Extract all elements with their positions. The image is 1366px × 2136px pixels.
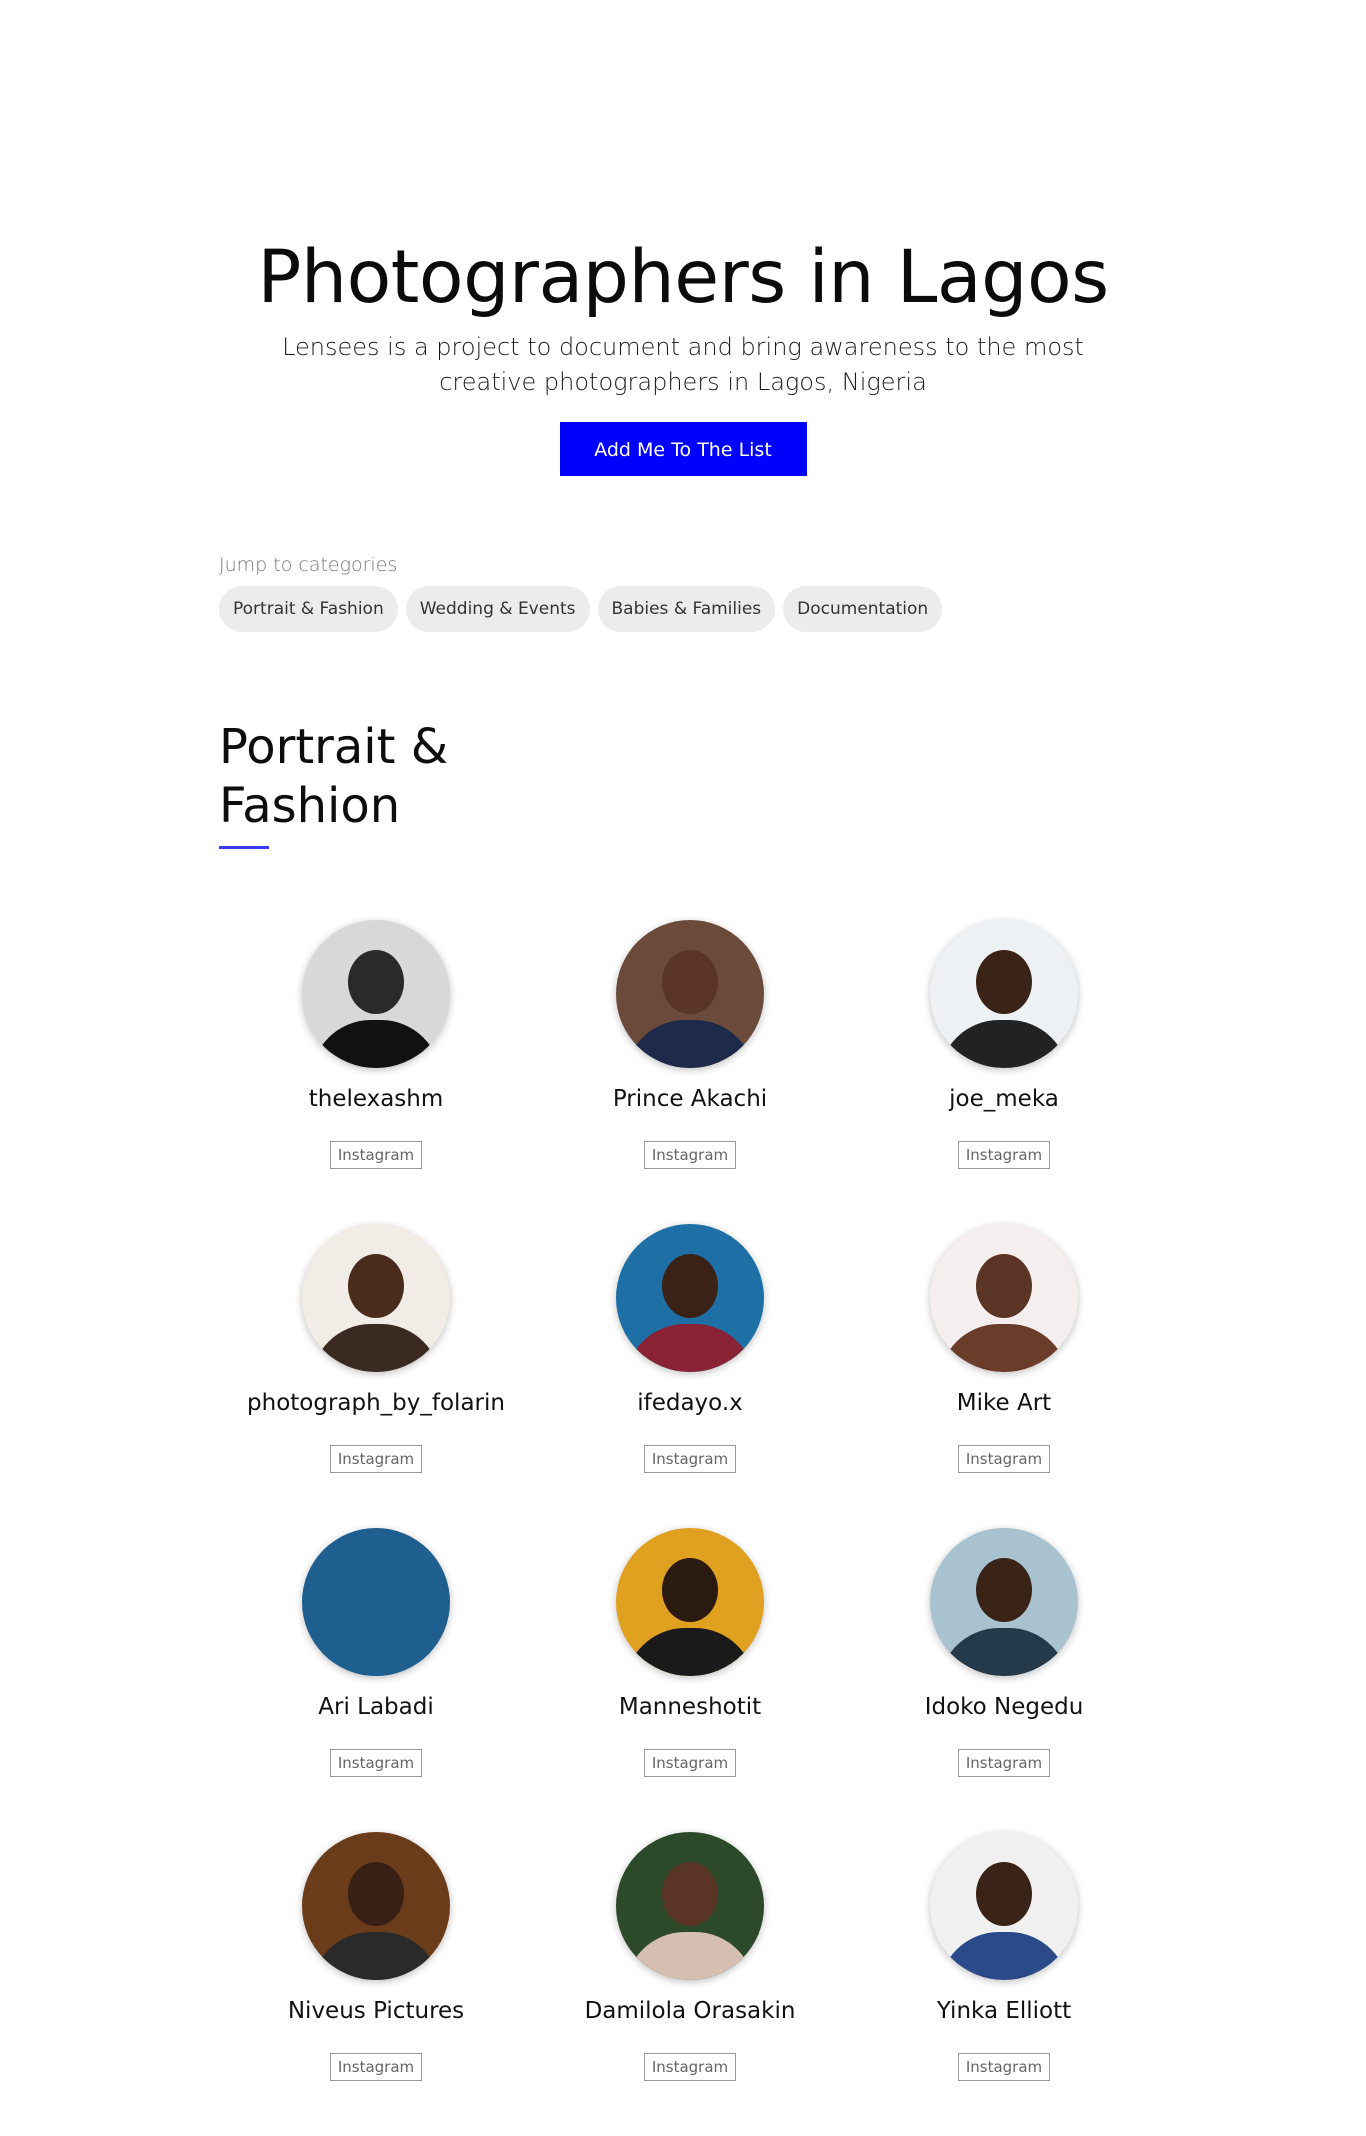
instagram-link[interactable]: Instagram [957, 1141, 1051, 1169]
page-tagline: Lensees is a project to document and bri… [282, 333, 1084, 396]
section-portrait-fashion: Portrait & Fashion [219, 718, 448, 849]
photographer-card: Damilola Orasakin Instagram [533, 1832, 847, 2136]
photographer-name: joe_meka [949, 1086, 1059, 1112]
chip-portrait-fashion[interactable]: Portrait & Fashion [219, 586, 398, 632]
category-jump-nav: Jump to categories Portrait & Fashion We… [219, 554, 943, 632]
avatar[interactable] [302, 1832, 450, 1980]
avatar[interactable] [930, 1528, 1078, 1676]
avatar[interactable] [302, 920, 450, 1068]
photographer-name: photograph_by_folarin [247, 1390, 505, 1416]
photographer-name: Niveus Pictures [287, 1998, 465, 2024]
instagram-link[interactable]: Instagram [957, 2053, 1051, 2081]
chip-wedding-events[interactable]: Wedding & Events [405, 586, 590, 632]
instagram-link[interactable]: Instagram [957, 1445, 1051, 1473]
avatar-figure-head [348, 1862, 404, 1926]
section-title-line2: Fashion [219, 778, 401, 834]
photographer-name: Yinka Elliott [936, 1998, 1072, 2024]
photographer-card: Yinka Elliott Instagram [847, 1832, 1161, 2136]
avatar-figure-body [939, 1324, 1069, 1372]
photographer-card: thelexashm Instagram [219, 920, 533, 1224]
photographer-name: Damilola Orasakin [584, 1998, 796, 2024]
photographer-card: photograph_by_folarin Instagram [219, 1224, 533, 1528]
avatar-figure-head [976, 1558, 1032, 1622]
instagram-link[interactable]: Instagram [957, 1749, 1051, 1777]
photographer-grid: thelexashm Instagram Prince Akachi Instagra… [219, 920, 1162, 2136]
avatar[interactable] [616, 1528, 764, 1676]
section-underline [219, 846, 269, 849]
photographer-card: joe_meka Instagram [847, 920, 1161, 1224]
avatar[interactable] [930, 920, 1078, 1068]
instagram-link[interactable]: Instagram [329, 1749, 423, 1777]
avatar[interactable] [302, 1528, 450, 1676]
avatar[interactable] [930, 1224, 1078, 1372]
photographer-card: Niveus Pictures Instagram [219, 1832, 533, 2136]
avatar[interactable] [616, 1832, 764, 1980]
avatar-figure-body [625, 1932, 755, 1980]
jump-label: Jump to categories [219, 554, 398, 576]
chip-documentation[interactable]: Documentation [783, 586, 943, 632]
avatar-figure-head [662, 1254, 718, 1318]
chip-babies-families[interactable]: Babies & Families [597, 586, 776, 632]
instagram-link[interactable]: Instagram [643, 1749, 737, 1777]
hero: Photographers in Lagos Lensees is a proj… [0, 232, 1366, 476]
avatar-figure-head [662, 1558, 718, 1622]
avatar-figure-body [311, 1324, 441, 1372]
avatar-figure-head [348, 950, 404, 1014]
photographer-name: Manneshotit [618, 1694, 762, 1720]
avatar-figure-head [976, 950, 1032, 1014]
instagram-link[interactable]: Instagram [329, 1445, 423, 1473]
avatar[interactable] [616, 920, 764, 1068]
instagram-link[interactable]: Instagram [643, 1445, 737, 1473]
avatar-figure-head [348, 1254, 404, 1318]
photographer-name: thelexashm [308, 1086, 444, 1112]
category-chips: Portrait & Fashion Wedding & Events Babi… [219, 586, 943, 632]
avatar-figure-head [348, 1558, 404, 1622]
instagram-link[interactable]: Instagram [329, 1141, 423, 1169]
avatar-figure-head [662, 1862, 718, 1926]
avatar-figure-head [976, 1862, 1032, 1926]
instagram-link[interactable]: Instagram [329, 2053, 423, 2081]
photographer-name: ifedayo.x [637, 1390, 743, 1416]
photographer-card: Manneshotit Instagram [533, 1528, 847, 1832]
section-title-line1: Portrait & [219, 719, 449, 775]
photographer-name: Prince Akachi [612, 1086, 768, 1112]
page-title: Photographers in Lagos [257, 235, 1109, 320]
avatar-figure-head [662, 950, 718, 1014]
avatar[interactable] [930, 1832, 1078, 1980]
section-title: Portrait & Fashion [219, 718, 448, 836]
photographer-card: Mike Art Instagram [847, 1224, 1161, 1528]
avatar[interactable] [616, 1224, 764, 1372]
add-me-button[interactable]: Add Me To The List [559, 422, 807, 476]
avatar-figure-body [311, 1020, 441, 1068]
avatar-figure-body [939, 1020, 1069, 1068]
photographer-name: Ari Labadi [318, 1694, 434, 1720]
instagram-link[interactable]: Instagram [643, 2053, 737, 2081]
avatar-figure-body [311, 1932, 441, 1980]
photographer-name: Mike Art [956, 1390, 1052, 1416]
avatar-figure-head [976, 1254, 1032, 1318]
avatar-figure-body [625, 1020, 755, 1068]
photographer-name: Idoko Negedu [924, 1694, 1084, 1720]
avatar-figure-body [939, 1932, 1069, 1980]
avatar-figure-body [939, 1628, 1069, 1676]
page: Photographers in Lagos Lensees is a proj… [0, 0, 1366, 2111]
photographer-card: Ari Labadi Instagram [219, 1528, 533, 1832]
photographer-card: ifedayo.x Instagram [533, 1224, 847, 1528]
instagram-link[interactable]: Instagram [643, 1141, 737, 1169]
photographer-card: Idoko Negedu Instagram [847, 1528, 1161, 1832]
avatar[interactable] [302, 1224, 450, 1372]
avatar-figure-body [625, 1628, 755, 1676]
avatar-figure-body [311, 1628, 441, 1676]
photographer-card: Prince Akachi Instagram [533, 920, 847, 1224]
avatar-figure-body [625, 1324, 755, 1372]
